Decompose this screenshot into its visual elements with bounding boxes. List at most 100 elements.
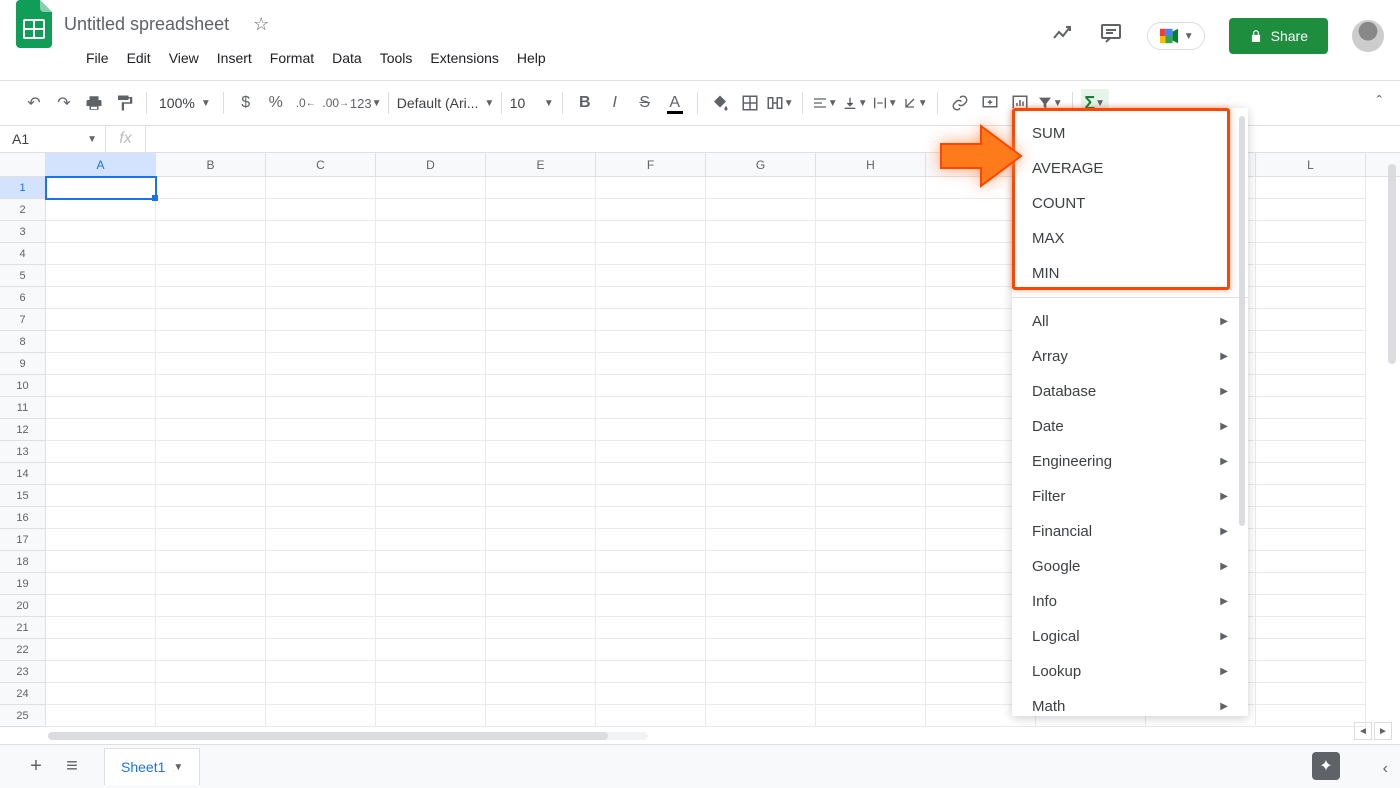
cell[interactable] [46,529,156,551]
font-select[interactable]: Default (Ari...▼ [397,95,493,111]
cell[interactable] [376,507,486,529]
cell[interactable] [156,683,266,705]
cell[interactable] [156,639,266,661]
cell[interactable] [596,243,706,265]
cell[interactable] [266,595,376,617]
cell[interactable] [1256,463,1366,485]
cell[interactable] [156,573,266,595]
cell[interactable] [486,265,596,287]
cell[interactable] [376,375,486,397]
cell[interactable] [486,595,596,617]
cell[interactable] [156,375,266,397]
row-header[interactable]: 5 [0,265,46,287]
column-header[interactable]: B [156,153,266,176]
cell[interactable] [596,551,706,573]
row-header[interactable]: 17 [0,529,46,551]
cell[interactable] [1256,683,1366,705]
cell[interactable] [376,287,486,309]
cell[interactable] [46,463,156,485]
cell[interactable] [376,441,486,463]
cell[interactable] [376,419,486,441]
row-header[interactable]: 1 [0,177,46,199]
cell[interactable] [266,529,376,551]
cell[interactable] [486,199,596,221]
cell[interactable] [266,397,376,419]
row-header[interactable]: 22 [0,639,46,661]
cell[interactable] [266,639,376,661]
row-header[interactable]: 18 [0,551,46,573]
cell[interactable] [46,639,156,661]
cell[interactable] [376,705,486,727]
cell[interactable] [596,441,706,463]
row-header[interactable]: 4 [0,243,46,265]
cell[interactable] [486,309,596,331]
account-avatar[interactable] [1352,20,1384,52]
scroll-right-icon[interactable]: ► [1374,722,1392,740]
cell[interactable] [266,463,376,485]
cell[interactable] [1256,419,1366,441]
cell[interactable] [156,309,266,331]
cell[interactable] [46,177,156,199]
percent-icon[interactable]: % [262,89,290,117]
cell[interactable] [596,397,706,419]
cell[interactable] [486,375,596,397]
cell[interactable] [706,221,816,243]
row-header[interactable]: 7 [0,309,46,331]
column-header[interactable]: H [816,153,926,176]
cell[interactable] [816,331,926,353]
cell[interactable] [596,375,706,397]
cell[interactable] [266,309,376,331]
cell[interactable] [376,661,486,683]
cell[interactable] [706,243,816,265]
cell[interactable] [486,441,596,463]
cell[interactable] [486,221,596,243]
cell[interactable] [596,221,706,243]
column-header[interactable]: G [706,153,816,176]
cell[interactable] [266,551,376,573]
cell[interactable] [486,463,596,485]
cell[interactable] [156,243,266,265]
cell[interactable] [486,485,596,507]
cell[interactable] [46,507,156,529]
cell[interactable] [1256,177,1366,199]
cell[interactable] [376,397,486,419]
cell[interactable] [706,419,816,441]
cell[interactable] [266,705,376,727]
row-header[interactable]: 2 [0,199,46,221]
cell[interactable] [596,309,706,331]
cell[interactable] [596,661,706,683]
cell[interactable] [706,529,816,551]
cell[interactable] [596,529,706,551]
cell[interactable] [266,375,376,397]
cell[interactable] [816,375,926,397]
cell[interactable] [706,375,816,397]
cell[interactable] [156,331,266,353]
row-header[interactable]: 13 [0,441,46,463]
cell[interactable] [156,551,266,573]
cell[interactable] [816,639,926,661]
cell[interactable] [1256,287,1366,309]
cell[interactable] [486,287,596,309]
cell[interactable] [376,463,486,485]
cell[interactable] [1256,705,1366,727]
row-header[interactable]: 11 [0,397,46,419]
cell[interactable] [596,331,706,353]
cell[interactable] [596,419,706,441]
menu-view[interactable]: View [161,46,207,70]
cell[interactable] [706,573,816,595]
column-header[interactable]: D [376,153,486,176]
cell[interactable] [596,177,706,199]
cell[interactable] [46,331,156,353]
cell[interactable] [816,551,926,573]
cell[interactable] [266,287,376,309]
cell[interactable] [156,199,266,221]
cell[interactable] [706,397,816,419]
function-category-logical[interactable]: Logical▶ [1012,619,1248,654]
text-rotation-icon[interactable]: ▼ [901,89,929,117]
cell[interactable] [376,309,486,331]
menu-insert[interactable]: Insert [209,46,260,70]
cell[interactable] [1256,331,1366,353]
cell[interactable] [706,595,816,617]
cell[interactable] [376,221,486,243]
activity-trend-icon[interactable] [1051,21,1075,51]
